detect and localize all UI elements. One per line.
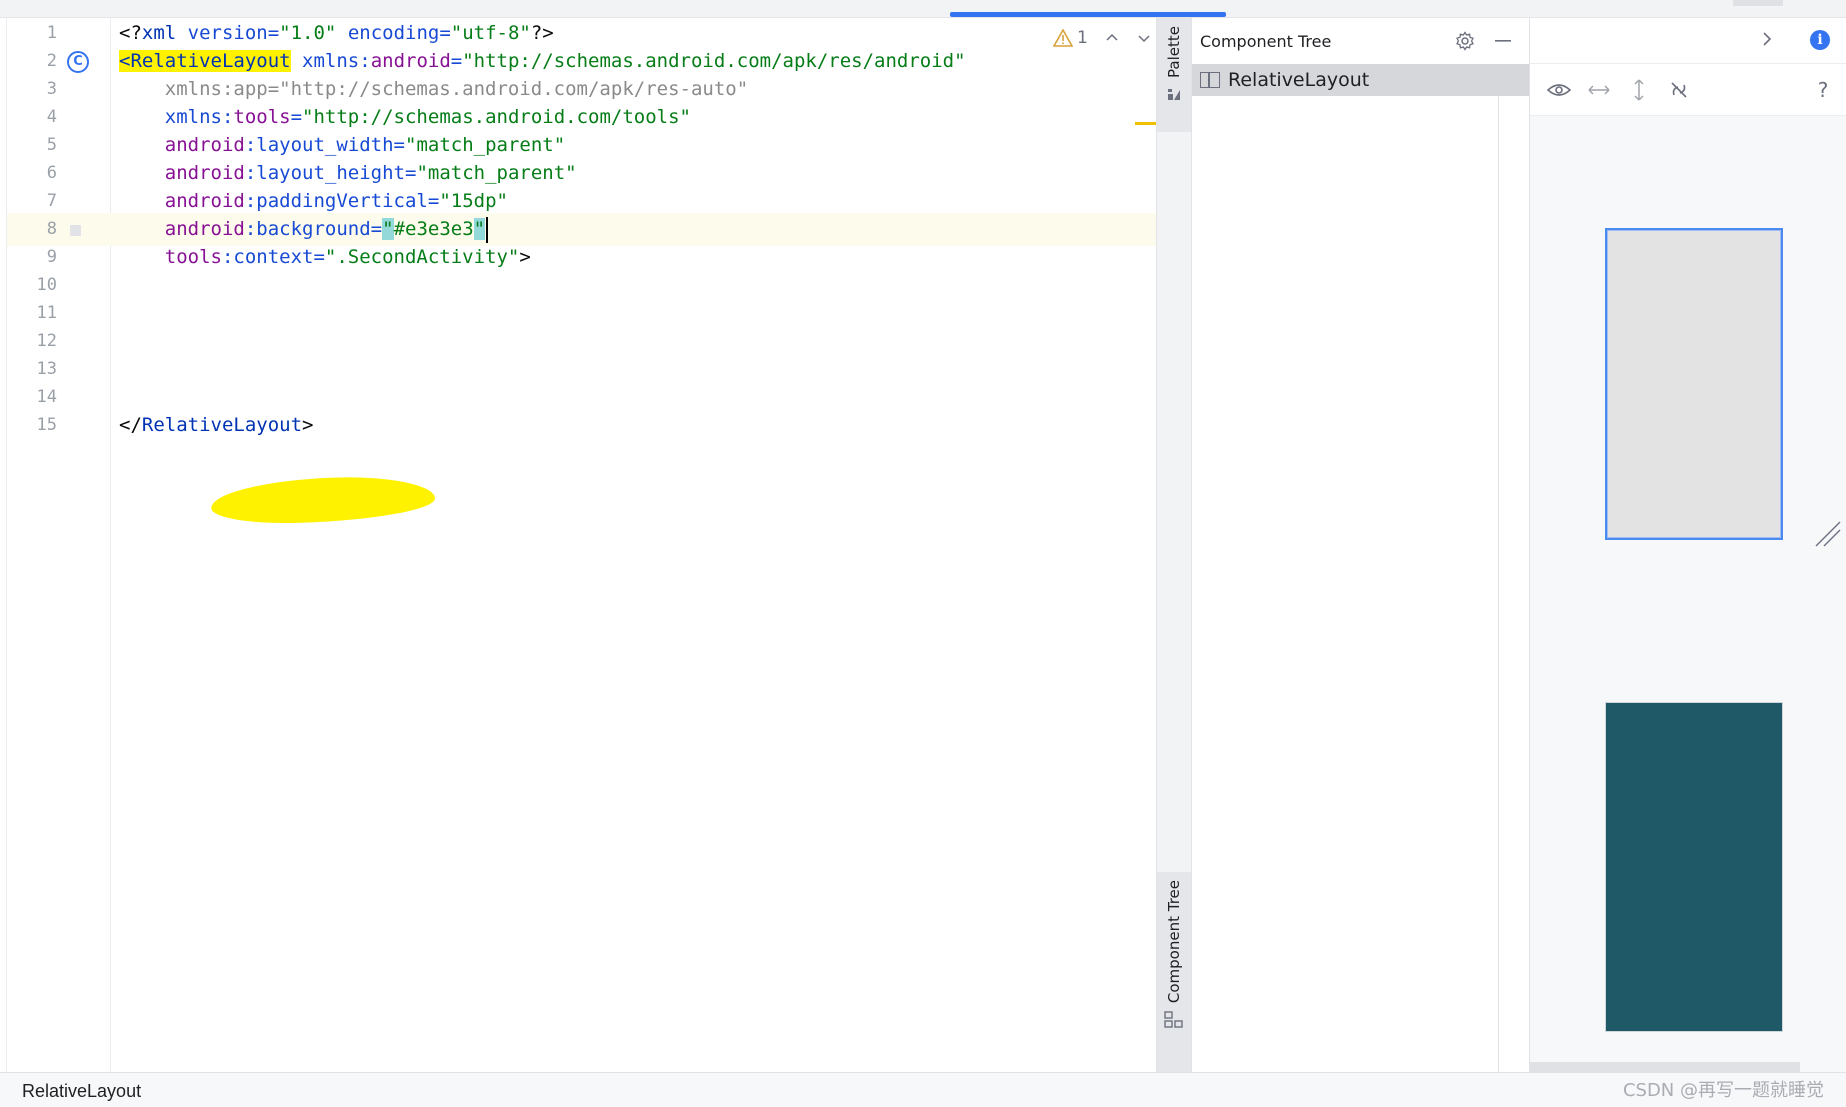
palette-tab-label: Palette — [1165, 26, 1183, 78]
layout-preview-design[interactable] — [1605, 228, 1783, 540]
component-tree-header: Component Tree — [1192, 18, 1529, 64]
code-token: xmlns: — [302, 50, 371, 72]
minimize-icon[interactable] — [1491, 29, 1515, 53]
code-token: "1.0" — [279, 22, 337, 44]
watermark: CSDN @再写一题就睡觉 — [1622, 1080, 1824, 1101]
palette-tab[interactable]: Palette — [1157, 18, 1191, 132]
code-token: android — [370, 50, 451, 72]
code-token: " — [473, 218, 486, 240]
code-token: :layout_height= — [244, 162, 417, 184]
next-highlight-icon[interactable] — [1136, 30, 1152, 46]
line-number-gutter: 1 2 C 3 4 5 6 7 8 9 10 11 12 13 14 15 — [7, 18, 111, 1072]
warning-stripe-marker[interactable] — [1135, 122, 1157, 125]
design-top-bar: i — [1530, 18, 1846, 64]
code-token: "http://schemas.android.com/apk/res/andr… — [462, 50, 966, 72]
code-token: xml — [141, 22, 177, 44]
yellow-highlight-scribble — [210, 474, 436, 526]
component-tree-panel: Component Tree RelativeLayout — [1192, 18, 1530, 1072]
component-tree-icon — [1164, 1011, 1183, 1028]
component-tree-title: Component Tree — [1200, 31, 1332, 51]
expand-vertical-icon[interactable] — [1626, 77, 1652, 103]
code-token: "15dp" — [439, 190, 508, 212]
editor-tab-strip — [0, 0, 1846, 18]
palette-icon — [1168, 88, 1180, 100]
help-icon[interactable]: ? — [1810, 77, 1836, 103]
code-token: :paddingVertical= — [244, 190, 440, 212]
resize-handle-icon[interactable] — [1812, 518, 1842, 548]
code-token: #e3e3e3 — [393, 218, 474, 240]
code-token: > — [302, 414, 314, 436]
inspection-widget[interactable]: 1 — [1053, 26, 1152, 50]
horizontal-scrollbar[interactable] — [1530, 1062, 1800, 1072]
code-token: = — [450, 50, 463, 72]
code-token: version= — [176, 22, 280, 44]
code-token: xmlns: — [119, 106, 234, 128]
tree-node-relativelayout[interactable]: RelativeLayout — [1192, 64, 1529, 96]
design-preview-panel: i ? — [1530, 18, 1846, 1072]
code-line-content: </RelativeLayout> — [119, 409, 314, 442]
code-token: </ — [119, 414, 142, 436]
designer-side-strip: Palette Component Tree — [1156, 18, 1192, 1072]
component-tree-tab[interactable]: Component Tree — [1157, 872, 1191, 1072]
code-token: android — [119, 218, 245, 240]
code-token: " — [382, 218, 394, 240]
warning-icon — [1053, 29, 1073, 47]
code-token: tools — [119, 246, 222, 268]
relativelayout-icon — [1200, 72, 1220, 88]
component-tree-tab-label: Component Tree — [1165, 880, 1183, 1004]
class-gutter-icon[interactable]: C — [67, 51, 89, 73]
line-number[interactable]: 15 — [7, 409, 111, 442]
settings-gear-icon[interactable] — [1453, 29, 1477, 53]
code-area[interactable]: <?xml version="1.0" encoding="utf-8"?> <R… — [111, 18, 1156, 1072]
code-token: :background= — [244, 218, 383, 240]
tab-stub[interactable] — [1733, 0, 1783, 6]
code-line[interactable]: </RelativeLayout> — [111, 409, 1156, 442]
code-token: xmlns:app="http://schemas.android.com/ap… — [119, 78, 749, 100]
code-token: "match_parent" — [405, 134, 566, 156]
code-token: <RelativeLayout — [119, 50, 291, 72]
code-token: tools — [233, 106, 291, 128]
code-token: android — [119, 134, 245, 156]
code-token: :context= — [221, 246, 325, 268]
status-bar: RelativeLayout — [0, 1072, 1846, 1107]
expand-horizontal-icon[interactable] — [1586, 77, 1612, 103]
tree-node-label: RelativeLayout — [1228, 69, 1370, 91]
status-breadcrumb[interactable]: RelativeLayout — [22, 1081, 141, 1102]
line-number-text: 15 — [36, 415, 57, 435]
design-toolbar: ? — [1530, 64, 1846, 116]
tree-divider — [1498, 96, 1499, 1072]
clear-constraints-icon[interactable] — [1666, 77, 1692, 103]
code-token: RelativeLayout — [141, 414, 303, 436]
code-token: <? — [119, 22, 142, 44]
code-token: android — [119, 190, 245, 212]
chevron-right-icon[interactable] — [1760, 30, 1774, 48]
code-editor[interactable]: 1 2 C 3 4 5 6 7 8 9 10 11 12 13 14 15 <?xml version="1.… — [6, 18, 1157, 1072]
bookmark-icon[interactable] — [70, 225, 81, 236]
text-caret — [486, 216, 489, 243]
code-token: "http://schemas.android.com/tools" — [302, 106, 691, 128]
code-token: "utf-8" — [450, 22, 531, 44]
view-options-eye-icon[interactable] — [1546, 77, 1572, 103]
inspection-count: 1 — [1077, 28, 1088, 48]
layout-preview-blueprint[interactable] — [1605, 702, 1783, 1032]
code-token: :layout_width= — [244, 134, 405, 156]
code-token: ?> — [530, 22, 554, 44]
code-token: encoding= — [336, 22, 451, 44]
info-icon[interactable]: i — [1810, 30, 1830, 50]
code-token: = — [290, 106, 303, 128]
code-token: ".SecondActivity" — [324, 246, 520, 268]
code-token: > — [519, 246, 531, 268]
previous-highlight-icon[interactable] — [1104, 30, 1120, 46]
code-token: "match_parent" — [416, 162, 577, 184]
code-token: android — [119, 162, 245, 184]
